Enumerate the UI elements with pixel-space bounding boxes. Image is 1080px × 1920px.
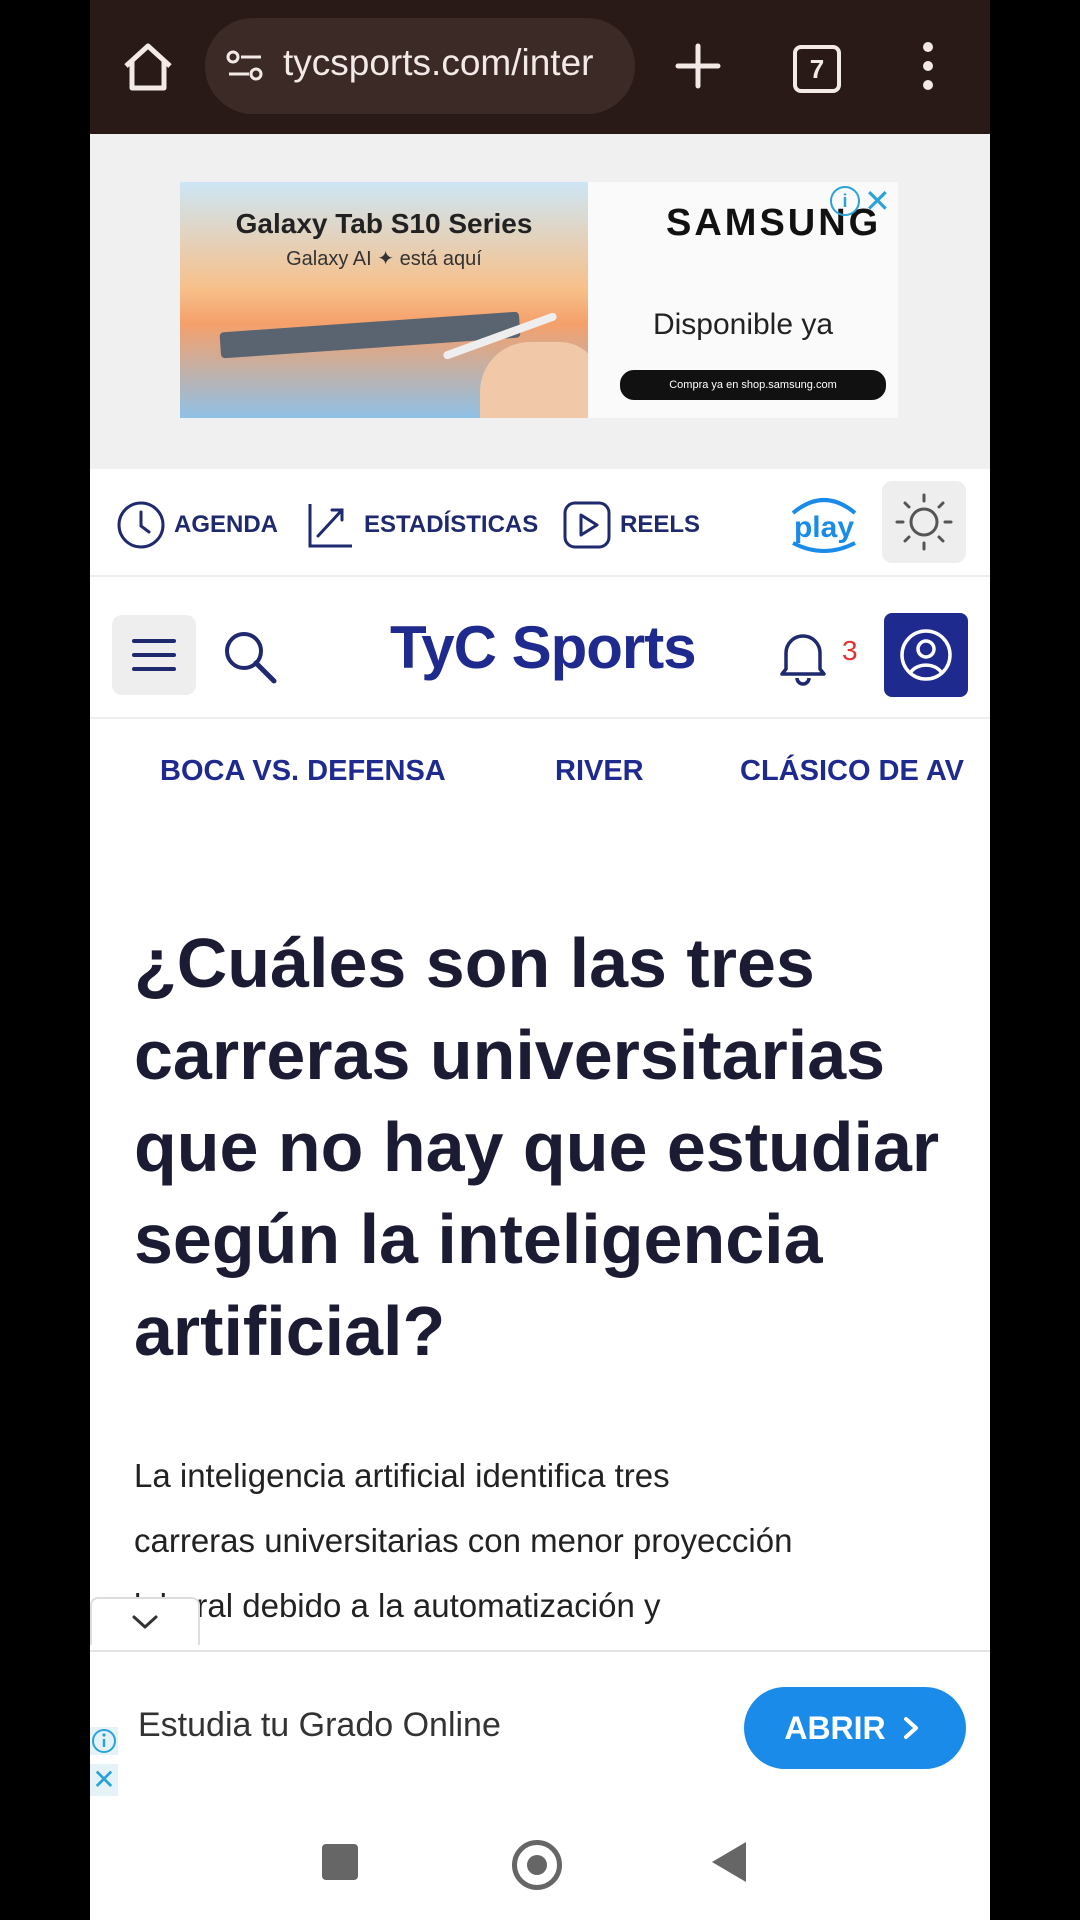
tyc-play-logo[interactable]: play — [785, 487, 863, 557]
browser-toolbar: tycsports.com/inter 7 — [90, 0, 990, 134]
site-header: TyC Sports 3 — [90, 577, 990, 719]
tab-switcher-button[interactable]: 7 — [793, 45, 841, 93]
account-button[interactable] — [884, 613, 968, 697]
chevron-down-icon — [132, 1615, 158, 1629]
recents-button[interactable] — [322, 1844, 358, 1880]
system-nav-bar — [90, 1802, 990, 1920]
lead-line: carreras universitarias con menor proyec… — [134, 1522, 793, 1559]
ad-info-icon[interactable] — [90, 1727, 118, 1755]
url-text[interactable]: tycsports.com/inter — [283, 42, 623, 84]
ad-info-icon[interactable]: i — [830, 186, 860, 216]
hand-illustration — [480, 342, 588, 418]
back-button[interactable] — [712, 1842, 746, 1882]
article-headline: ¿Cuáles son las tres carreras universita… — [134, 924, 940, 1370]
lead-line: La inteligencia artificial identifica tr… — [134, 1457, 670, 1494]
notification-count: 3 — [842, 635, 858, 666]
chevron-right-icon — [903, 1717, 918, 1739]
overflow-menu-icon[interactable] — [920, 42, 936, 94]
tablet-illustration — [219, 311, 521, 359]
bell-icon[interactable] — [776, 627, 830, 687]
home-button[interactable] — [512, 1840, 562, 1890]
clock-icon — [117, 501, 165, 549]
open-ad-button[interactable]: ABRIR — [744, 1687, 966, 1769]
topic-link[interactable]: BOCA VS. DEFENSA — [160, 755, 446, 788]
article-lead: La inteligencia artificial identifica tr… — [134, 1443, 954, 1638]
menu-button[interactable] — [112, 615, 196, 695]
open-ad-label: ABRIR — [784, 1709, 886, 1746]
article: ¿Cuáles son las tres carreras universita… — [90, 827, 990, 1647]
stats-icon — [308, 504, 352, 548]
ad-cta-text: Disponible ya — [652, 308, 834, 341]
new-tab-icon[interactable] — [672, 40, 724, 92]
ad-image[interactable]: Galaxy Tab S10 Series Galaxy AI ✦ está a… — [180, 182, 588, 418]
site-settings-icon[interactable] — [225, 48, 265, 84]
address-bar[interactable]: tycsports.com/inter — [205, 18, 635, 114]
ad-close-icon[interactable]: ✕ — [864, 182, 891, 220]
reels-icon — [563, 501, 611, 549]
quick-nav-label: ESTADÍSTICAS — [364, 511, 539, 538]
site-logo[interactable]: TyC Sports — [390, 613, 697, 682]
svg-text:play: play — [794, 511, 854, 544]
ad-title: Galaxy Tab S10 Series — [235, 208, 533, 239]
quick-nav-estadisticas[interactable]: ESTADÍSTICAS — [306, 501, 538, 549]
phone-screen: tycsports.com/inter 7 Galaxy Tab S10 Ser… — [90, 0, 990, 1920]
quick-nav-reels[interactable]: REELS — [562, 501, 700, 549]
home-icon[interactable] — [120, 42, 176, 92]
sun-icon — [895, 493, 953, 551]
ad-brand-panel[interactable]: SAMSUNG Disponible ya Compra ya en shop.… — [588, 182, 898, 418]
topic-link[interactable]: CLÁSICO DE AV — [740, 755, 964, 788]
topic-link[interactable]: RIVER — [555, 755, 644, 788]
topics-bar: BOCA VS. DEFENSA RIVER CLÁSICO DE AV — [90, 719, 990, 829]
ad-choices[interactable]: i ✕ — [830, 183, 892, 219]
top-ad-banner[interactable]: Galaxy Tab S10 Series Galaxy AI ✦ está a… — [90, 134, 990, 469]
ad-shop-link[interactable]: Compra ya en shop.samsung.com — [620, 370, 886, 400]
quick-nav-agenda[interactable]: AGENDA — [116, 501, 278, 549]
quick-nav-label: AGENDA — [174, 511, 279, 538]
search-icon[interactable] — [220, 627, 280, 687]
collapse-ad-button[interactable] — [90, 1597, 200, 1645]
user-icon — [900, 629, 952, 681]
bottom-ad-banner[interactable]: Estudia tu Grado Online ABRIR ✕ — [90, 1650, 990, 1804]
ad-subtitle: Galaxy AI ✦ está aquí — [286, 248, 482, 270]
ad-close-icon[interactable]: ✕ — [90, 1764, 118, 1796]
theme-toggle-button[interactable] — [882, 481, 966, 563]
quick-nav: AGENDA ESTADÍSTICAS REELS play — [90, 469, 990, 577]
lead-line: laboral debido a la automatización y — [134, 1587, 661, 1624]
quick-nav-label: REELS — [620, 511, 701, 538]
bottom-ad-text[interactable]: Estudia tu Grado Online — [138, 1706, 501, 1745]
